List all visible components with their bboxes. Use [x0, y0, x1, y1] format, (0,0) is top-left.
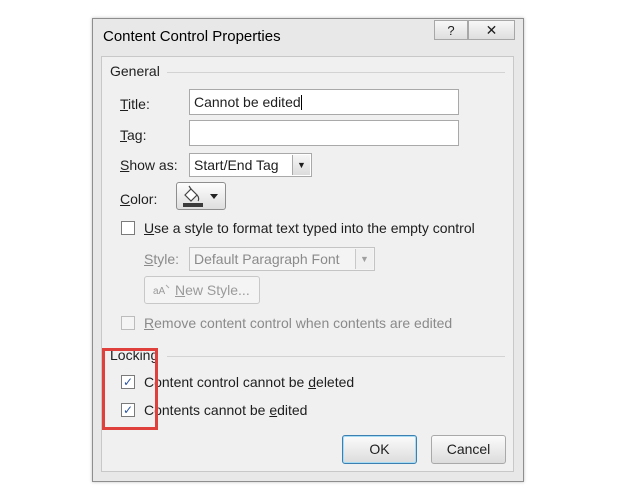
color-label: Color: [120, 191, 158, 207]
cannot-edit-label: Contents cannot be edited [144, 402, 308, 418]
help-button[interactable]: ? [434, 20, 468, 40]
close-button[interactable]: ✕ [468, 20, 515, 40]
new-style-label: ew Style... [185, 282, 250, 298]
title-input[interactable]: Cannot be edited [189, 89, 459, 115]
help-icon: ? [447, 23, 455, 38]
ok-button[interactable]: OK [342, 435, 417, 464]
new-style-icon: aA [153, 284, 170, 297]
color-picker-button[interactable] [176, 182, 226, 210]
style-label: Style: [144, 251, 180, 267]
locking-highlight-box [102, 348, 158, 430]
close-icon: ✕ [485, 22, 498, 38]
use-style-label: Use a style to format text typed into th… [144, 220, 475, 236]
dialog-title: Content Control Properties [103, 28, 281, 45]
general-divider [167, 72, 505, 73]
chevron-down-icon[interactable]: ▼ [292, 155, 310, 175]
general-group-label: General [110, 63, 160, 79]
remove-content-control-checkbox[interactable] [121, 316, 135, 330]
use-style-checkbox[interactable] [121, 221, 135, 235]
dialog-body: General Title: Cannot be edited Tag: Sho… [101, 56, 514, 472]
style-value: Default Paragraph Font [194, 251, 340, 267]
new-style-key: N [175, 282, 186, 298]
new-style-button[interactable]: aA New Style... [144, 276, 260, 304]
show-as-dropdown[interactable]: Start/End Tag ▼ [189, 153, 312, 177]
tag-input[interactable] [189, 120, 459, 146]
chevron-down-icon[interactable]: ▼ [355, 249, 373, 269]
locking-divider [167, 356, 505, 357]
style-dropdown[interactable]: Default Paragraph Font ▼ [189, 247, 375, 271]
cancel-button[interactable]: Cancel [431, 435, 506, 464]
title-label: Title: [120, 96, 150, 112]
title-bar: Content Control Properties ? ✕ [93, 19, 523, 55]
paint-bucket-icon [183, 185, 218, 207]
show-as-value: Start/End Tag [194, 157, 279, 173]
tag-label: Tag: [120, 127, 147, 143]
show-as-label: Show as: [120, 157, 178, 173]
cannot-delete-label: Content control cannot be deleted [144, 374, 355, 390]
svg-text:aA: aA [153, 286, 166, 297]
remove-content-control-label: Remove content control when contents are… [144, 315, 453, 331]
